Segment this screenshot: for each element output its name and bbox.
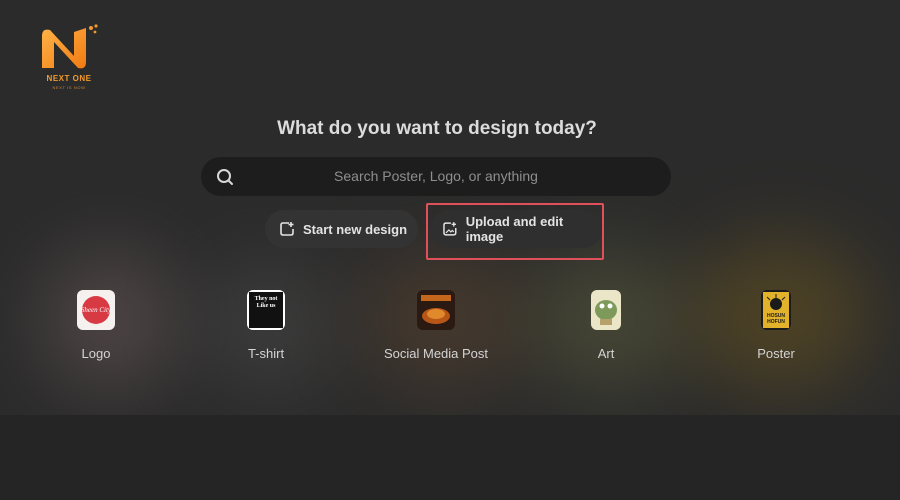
tshirt-thumbnail: They not Like us	[247, 290, 285, 330]
page-title: What do you want to design today?	[277, 118, 597, 139]
category-poster[interactable]: HOSUN HOFUN Poster	[716, 290, 836, 361]
art-thumbnail	[591, 290, 621, 330]
brand-n-icon	[42, 24, 98, 69]
category-tshirt[interactable]: They not Like us T-shirt	[206, 290, 326, 361]
tshirt-thumbnail-text: They not Like us	[249, 292, 283, 328]
category-logo[interactable]: Sheen City Logo	[36, 290, 156, 361]
category-label: T-shirt	[247, 346, 285, 361]
brand-name: NEXT ONE	[46, 74, 92, 83]
category-social-media-post[interactable]: Social Media Post	[376, 290, 496, 361]
category-label: Logo	[81, 346, 111, 361]
poster-thumbnail-text: HOSUN HOFUN	[766, 313, 786, 325]
start-new-design-button[interactable]: Start new design	[265, 210, 418, 248]
new-design-icon	[280, 222, 294, 236]
category-art[interactable]: Art	[546, 290, 666, 361]
start-new-design-label: Start new design	[303, 221, 408, 237]
social-media-thumbnail	[417, 290, 455, 330]
search-input[interactable]: Search Poster, Logo, or anything	[201, 157, 671, 196]
brand-tagline: NEXT IS NOW	[52, 85, 86, 90]
poster-thumbnail: HOSUN HOFUN	[761, 290, 791, 330]
bottom-band	[0, 415, 900, 500]
category-label: Social Media Post	[383, 346, 489, 361]
category-label: Art	[597, 346, 615, 361]
logo-thumbnail-text: Sheen City	[81, 306, 112, 314]
highlight-box	[426, 203, 604, 260]
logo-thumbnail: Sheen City	[77, 290, 115, 330]
search-placeholder: Search Poster, Logo, or anything	[334, 168, 538, 184]
brand-logo[interactable]: NEXT ONE NEXT IS NOW	[28, 22, 110, 94]
category-label: Poster	[757, 346, 795, 361]
